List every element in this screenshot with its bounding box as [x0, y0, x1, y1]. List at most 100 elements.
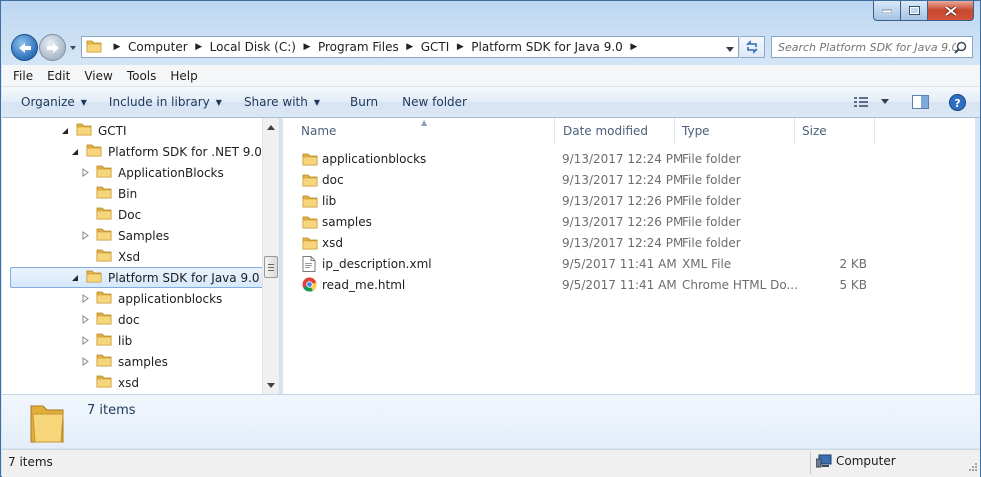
expanded-arrow-icon[interactable]	[70, 147, 80, 157]
status-location-label: Computer	[836, 454, 896, 468]
minimize-button[interactable]	[873, 1, 901, 21]
breadcrumb-platform-sdk-java[interactable]: Platform SDK for Java 9.0	[469, 40, 625, 54]
breadcrumb-separator-icon[interactable]: ▶	[298, 42, 316, 52]
file-date: 9/13/2017 12:26 PM	[562, 215, 684, 229]
tree-item[interactable]: ApplicationBlocks	[80, 162, 224, 183]
tree-item[interactable]: Bin	[80, 183, 137, 204]
address-bar[interactable]: ▶ Computer ▶ Local Disk (C:) ▶ Program F…	[81, 36, 739, 58]
file-row[interactable]: doc 9/13/2017 12:24 PM File folder	[297, 170, 877, 191]
share-with-button[interactable]: Share with ▼	[235, 95, 329, 109]
folder-icon	[96, 352, 112, 371]
folder-icon	[96, 373, 112, 392]
menu-view[interactable]: View	[77, 69, 119, 83]
breadcrumb-separator-icon[interactable]: ▶	[625, 42, 643, 52]
column-header-name[interactable]: Name	[283, 118, 555, 144]
tree-item[interactable]: samples	[80, 351, 168, 372]
breadcrumb-gcti[interactable]: GCTI	[419, 40, 452, 54]
refresh-button[interactable]	[740, 36, 765, 58]
breadcrumb-local-disk[interactable]: Local Disk (C:)	[208, 40, 298, 54]
burn-button[interactable]: Burn	[341, 95, 387, 109]
tree-item[interactable]: Xsd	[80, 246, 140, 267]
folder-icon	[302, 151, 318, 170]
tree-item[interactable]: doc	[80, 309, 140, 330]
column-header-date[interactable]: Date modified	[555, 118, 675, 144]
tree-item[interactable]: Samples	[80, 225, 169, 246]
tree-item[interactable]: Doc	[80, 204, 141, 225]
item-count-text: 7 items	[87, 403, 136, 418]
column-type-label: Type	[682, 124, 710, 138]
expanded-arrow-icon[interactable]	[60, 126, 70, 136]
breadcrumb-separator-icon[interactable]: ▶	[401, 42, 419, 52]
maximize-button[interactable]	[901, 1, 928, 21]
collapsed-arrow-icon[interactable]	[80, 231, 90, 241]
file-name: xsd	[322, 236, 343, 250]
collapsed-arrow-icon[interactable]	[80, 315, 90, 325]
tree-item[interactable]: Platform SDK for .NET 9.0	[70, 141, 262, 162]
scroll-down-button[interactable]	[263, 377, 279, 393]
chevron-down-icon: ▼	[80, 97, 87, 107]
address-dropdown-button[interactable]	[725, 43, 735, 57]
file-row[interactable]: samples 9/13/2017 12:26 PM File folder	[297, 212, 877, 233]
expanded-arrow-icon[interactable]	[70, 273, 80, 283]
column-header-type[interactable]: Type	[675, 118, 795, 144]
folder-icon	[96, 331, 112, 350]
collapsed-arrow-icon[interactable]	[80, 336, 90, 346]
search-box[interactable]	[771, 36, 973, 58]
breadcrumb-program-files[interactable]: Program Files	[316, 40, 401, 54]
organize-button[interactable]: Organize ▼	[12, 95, 96, 109]
folder-icon	[86, 142, 102, 161]
navigation-row: ▶ Computer ▶ Local Disk (C:) ▶ Program F…	[9, 33, 974, 61]
search-icon[interactable]	[954, 41, 967, 57]
breadcrumb-computer[interactable]: Computer	[126, 40, 190, 54]
file-name: applicationblocks	[322, 152, 427, 166]
menu-file[interactable]: File	[6, 69, 40, 83]
include-in-library-button[interactable]: Include in library ▼	[100, 95, 231, 109]
breadcrumb-separator-icon[interactable]: ▶	[451, 42, 469, 52]
breadcrumb: Computer ▶ Local Disk (C:) ▶ Program Fil…	[126, 37, 643, 57]
search-input[interactable]	[778, 40, 956, 54]
caption-buttons	[873, 1, 974, 21]
tree-item-label: Platform SDK for .NET 9.0	[108, 144, 262, 159]
menu-tools[interactable]: Tools	[120, 69, 164, 83]
change-view-button[interactable]	[854, 96, 890, 108]
scroll-thumb[interactable]	[264, 256, 278, 278]
help-button[interactable]: ?	[949, 93, 966, 111]
file-row[interactable]: xsd 9/13/2017 12:24 PM File folder	[297, 233, 877, 254]
tree-item-label: xsd	[118, 375, 139, 390]
preview-pane-button[interactable]	[912, 95, 929, 109]
folder-icon	[96, 184, 112, 203]
file-date: 9/13/2017 12:26 PM	[562, 194, 684, 208]
forward-button[interactable]	[39, 34, 66, 61]
file-name: ip_description.xml	[322, 257, 432, 271]
details-pane: 7 items	[2, 394, 980, 448]
new-folder-button[interactable]: New folder	[393, 95, 476, 109]
scroll-up-button[interactable]	[263, 119, 279, 135]
menu-edit[interactable]: Edit	[40, 69, 77, 83]
tree-item[interactable]: lib	[80, 330, 132, 351]
recent-pages-button[interactable]	[68, 42, 78, 52]
file-row[interactable]: read_me.html 9/5/2017 11:41 AM Chrome HTML…	[297, 275, 877, 296]
file-row[interactable]: ip_description.xml 9/5/2017 11:41 AM XML F…	[297, 254, 877, 275]
navigation-pane-scrollbar[interactable]	[262, 118, 279, 394]
chevron-down-icon	[267, 382, 275, 388]
tree-item[interactable]: Platform SDK for Java 9.0	[10, 267, 264, 288]
resize-grip[interactable]	[968, 461, 978, 475]
column-date-label: Date modified	[563, 124, 649, 138]
file-row[interactable]: applicationblocks 9/13/2017 12:24 PM File …	[297, 149, 877, 170]
tree-item[interactable]: xsd	[80, 372, 139, 393]
menu-help[interactable]: Help	[163, 69, 204, 83]
column-header-size[interactable]: Size	[795, 118, 875, 144]
tree-item-label: Platform SDK for Java 9.0	[108, 270, 260, 285]
collapsed-arrow-icon[interactable]	[80, 357, 90, 367]
arrow-right-icon	[46, 42, 59, 53]
collapsed-arrow-icon[interactable]	[80, 294, 90, 304]
close-button[interactable]	[928, 1, 974, 21]
breadcrumb-separator-icon[interactable]: ▶	[108, 42, 126, 52]
collapsed-arrow-icon[interactable]	[80, 168, 90, 178]
breadcrumb-separator-icon[interactable]: ▶	[190, 42, 208, 52]
back-button[interactable]	[11, 34, 38, 61]
tree-item[interactable]: GCTI	[60, 120, 127, 141]
file-list: Name ▲ Date modified Type Size applicati…	[283, 118, 975, 394]
tree-item[interactable]: applicationblocks	[80, 288, 222, 309]
file-row[interactable]: lib 9/13/2017 12:26 PM File folder	[297, 191, 877, 212]
